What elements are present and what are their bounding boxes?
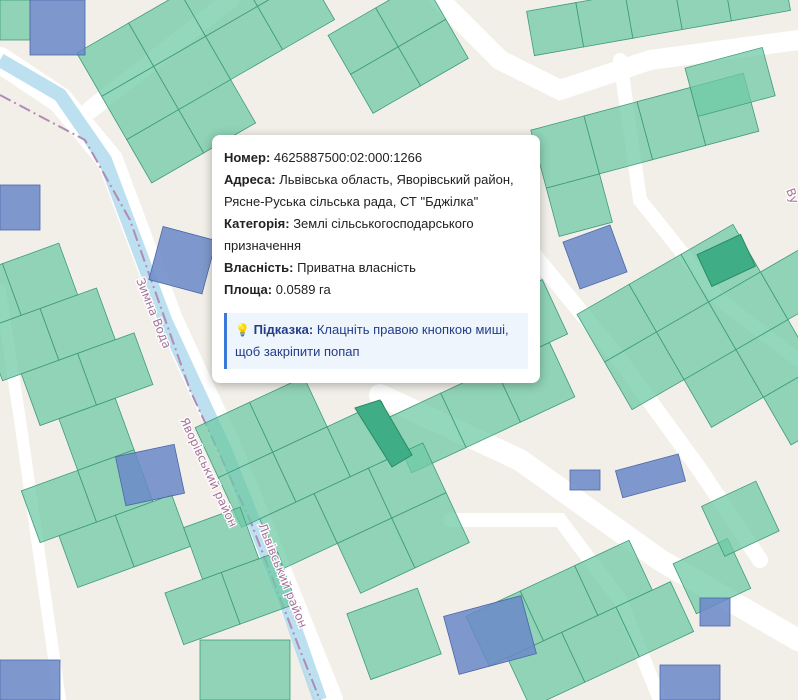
- label: Категорія:: [224, 216, 290, 231]
- row-address: Адреса: Львівська область, Яворівський р…: [224, 169, 528, 213]
- row-number: Номер: 4625887500:02:000:1266: [224, 147, 528, 169]
- row-category: Категорія: Землі сільськогосподарського …: [224, 213, 528, 257]
- label: Власність:: [224, 260, 294, 275]
- lightbulb-icon: 💡: [235, 323, 250, 337]
- label: Площа:: [224, 282, 273, 297]
- label: Адреса:: [224, 172, 276, 187]
- label: Номер:: [224, 150, 271, 165]
- hint-box: 💡 Підказка: Клацніть правою кнопкою миші…: [224, 313, 528, 369]
- parcel-info-popup: Номер: 4625887500:02:000:1266 Адреса: Ль…: [212, 135, 540, 383]
- row-area: Площа: 0.0589 га: [224, 279, 528, 301]
- hint-label: Підказка:: [253, 322, 314, 337]
- area-value: 0.0589 га: [275, 282, 331, 297]
- street-label: Ву: [783, 186, 798, 205]
- cadastral-number: 4625887500:02:000:1266: [273, 150, 423, 165]
- ownership-value: Приватна власність: [297, 260, 416, 275]
- row-ownership: Власність: Приватна власність: [224, 257, 528, 279]
